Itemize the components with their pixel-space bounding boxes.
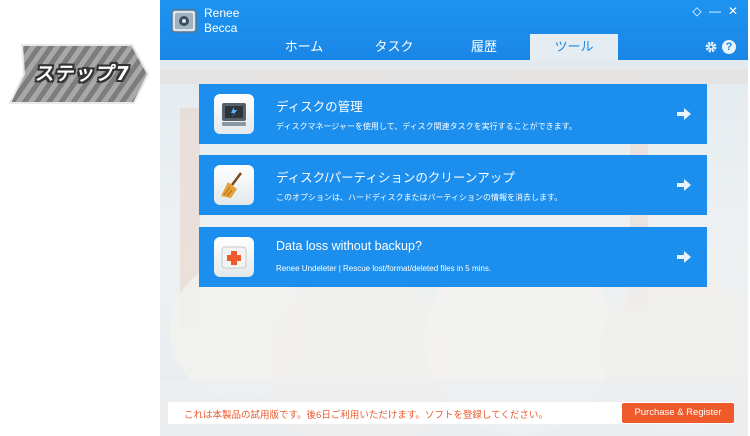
- app-name-line2: Becca: [204, 21, 238, 35]
- tool-card-description: このオプションは、ハードディスクまたはパーティションの情報を消去します。: [276, 193, 563, 202]
- close-button[interactable]: ✕: [726, 4, 740, 18]
- diamond-icon[interactable]: ◇: [690, 4, 704, 18]
- tool-card-data-recovery[interactable]: Data loss without backup? Renee Undelete…: [199, 227, 707, 287]
- window-controls: ◇ — ✕: [690, 4, 740, 18]
- tab-tools[interactable]: ツール: [530, 34, 618, 60]
- tool-card-disk-management[interactable]: ディスクの管理 ディスクマネージャーを使用して、ディスク関連タスクを実行すること…: [199, 84, 707, 144]
- tool-card-description: Renee Undeleter | Rescue lost/format/del…: [276, 264, 492, 273]
- tool-card-title: ディスクの管理: [276, 100, 363, 114]
- tool-card-title: Data loss without backup?: [276, 239, 422, 253]
- tool-card-title: ディスク/パーティションのクリーンアップ: [276, 171, 515, 185]
- trial-message: これは本製品の試用版です。後6日ご利用いただけます。ソフトを登録してください。: [184, 410, 548, 421]
- tab-home[interactable]: ホーム: [260, 34, 348, 60]
- disk-icon: [214, 94, 254, 134]
- help-icon[interactable]: ?: [722, 40, 736, 54]
- arrow-right-icon: [677, 108, 691, 120]
- step-label: ステップ7: [34, 63, 132, 85]
- app-logo-icon: [171, 9, 197, 33]
- tab-tasks[interactable]: タスク: [350, 34, 438, 60]
- app-window: Renee Becca ◇ — ✕ ホーム タスク 履歴 ツール ? ディスクの…: [160, 0, 748, 436]
- gear-icon[interactable]: [704, 40, 718, 54]
- app-name: Renee Becca: [204, 6, 239, 36]
- medkit-icon: [214, 237, 254, 277]
- tool-card-disk-cleanup[interactable]: ディスク/パーティションのクリーンアップ このオプションは、ハードディスクまたは…: [199, 155, 707, 215]
- trial-notice-bar: これは本製品の試用版です。後6日ご利用いただけます。ソフトを登録してください。 …: [168, 402, 734, 424]
- tab-history[interactable]: 履歴: [440, 34, 528, 60]
- purchase-register-button[interactable]: Purchase & Register: [622, 403, 734, 423]
- arrow-right-icon: [677, 251, 691, 263]
- arrow-right-icon: [677, 179, 691, 191]
- app-name-line1: Renee: [204, 6, 240, 20]
- step-badge: ステップ7: [8, 43, 150, 105]
- title-bar: Renee Becca ◇ — ✕ ホーム タスク 履歴 ツール ?: [160, 0, 748, 60]
- tool-card-description: ディスクマネージャーを使用して、ディスク関連タスクを実行することができます。: [276, 122, 577, 131]
- background-blossom-image: [160, 70, 748, 436]
- minimize-button[interactable]: —: [708, 4, 722, 18]
- tab-bar: ホーム タスク 履歴 ツール: [260, 34, 620, 60]
- broom-icon: [214, 165, 254, 205]
